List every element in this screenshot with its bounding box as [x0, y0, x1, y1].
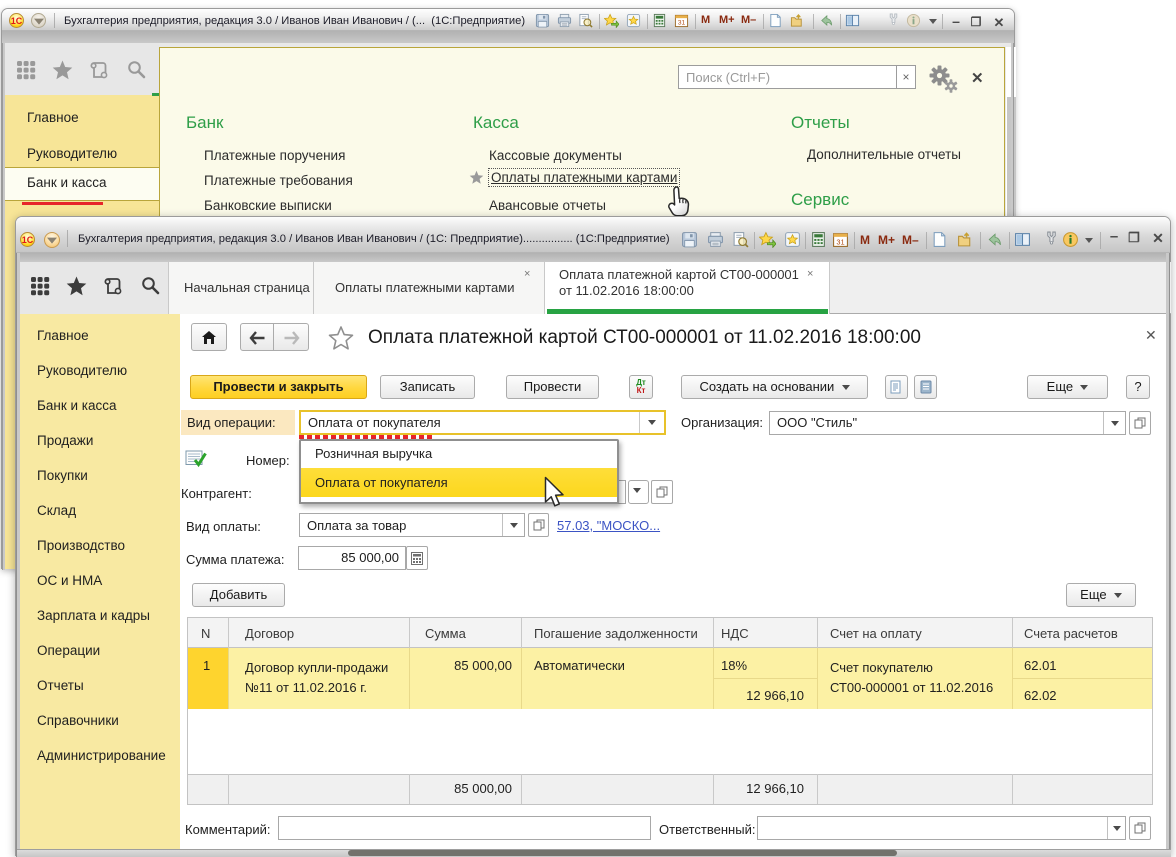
svg-text:31: 31	[836, 237, 844, 246]
svg-text:31: 31	[678, 20, 686, 27]
